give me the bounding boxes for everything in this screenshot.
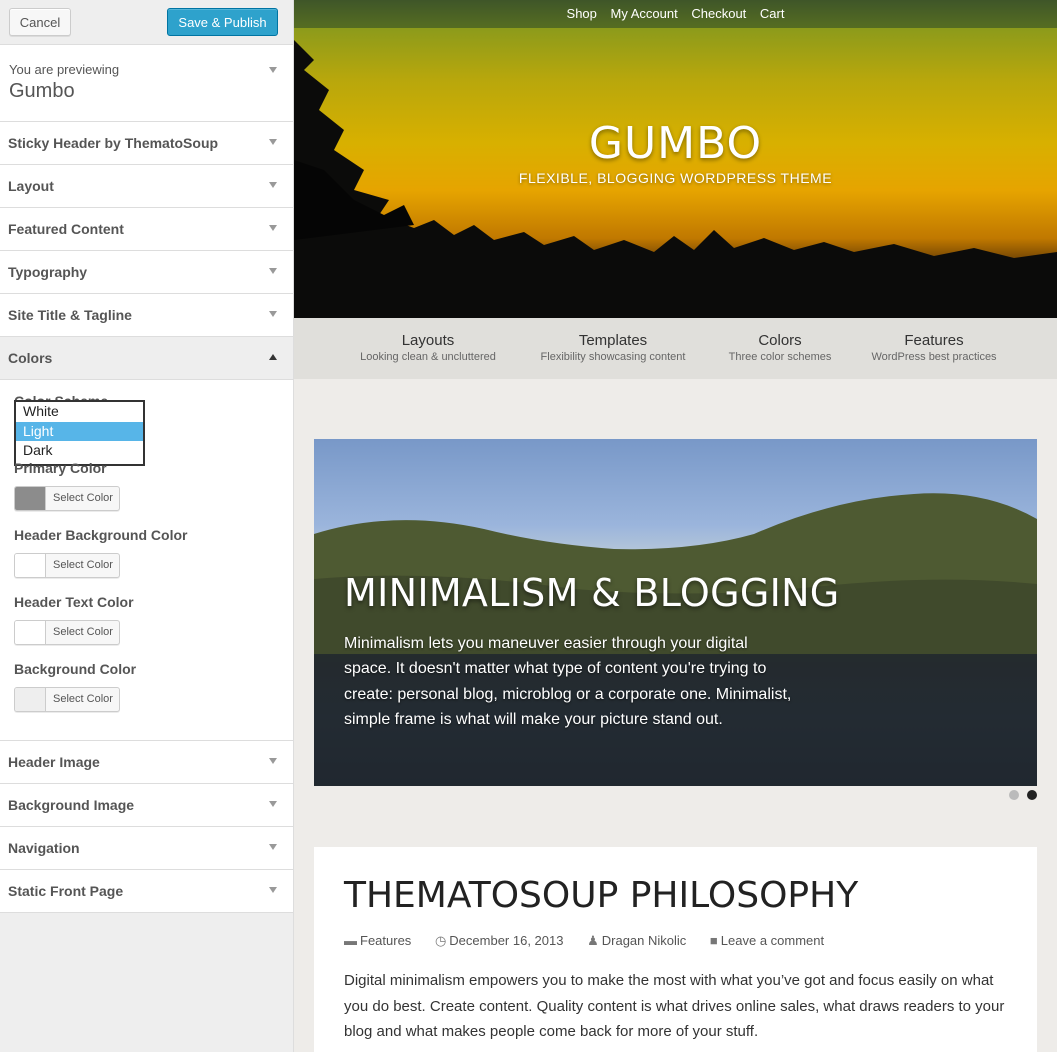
- theme-name: Gumbo: [9, 80, 75, 102]
- feature-title: Templates: [578, 332, 648, 349]
- chevron-down-icon: [269, 801, 277, 807]
- post-date[interactable]: December 16, 2013: [449, 933, 563, 948]
- color-swatch: [15, 554, 46, 577]
- section-label: Featured Content: [8, 221, 124, 237]
- section-label: Background Image: [8, 797, 135, 813]
- post-title[interactable]: THEMATOSOUP PHILOSOPHY: [344, 875, 858, 916]
- slider-dot-2[interactable]: [1027, 790, 1037, 800]
- section-label: Header Image: [8, 754, 100, 770]
- nav-shop[interactable]: Shop: [567, 0, 597, 28]
- feature-subtitle: WordPress best practices: [871, 351, 997, 363]
- nav-cart[interactable]: Cart: [760, 0, 785, 28]
- section-colors[interactable]: Colors: [0, 337, 293, 380]
- slider-dot-1[interactable]: [1009, 790, 1019, 800]
- section-site-title-tagline[interactable]: Site Title & Tagline: [0, 294, 293, 337]
- section-label: Static Front Page: [8, 883, 124, 899]
- section-background-image[interactable]: Background Image: [0, 784, 293, 827]
- feature-subtitle: Three color schemes: [728, 351, 832, 363]
- feature-layouts[interactable]: Layouts Looking clean & uncluttered: [348, 332, 508, 363]
- section-label: Typography: [8, 264, 88, 280]
- section-typography[interactable]: Typography: [0, 251, 293, 294]
- color-scheme-dropdown[interactable]: White Light Dark: [14, 400, 145, 466]
- post-category[interactable]: Features: [360, 933, 411, 948]
- feature-features[interactable]: Features WordPress best practices: [858, 332, 1010, 363]
- color-swatch: [15, 487, 46, 510]
- section-label: Colors: [8, 350, 53, 366]
- site-tagline: FLEXIBLE, BLOGGING WORDPRESS THEME: [518, 170, 833, 186]
- section-label: Site Title & Tagline: [8, 307, 132, 323]
- section-label: Sticky Header by ThematoSoup: [8, 135, 219, 151]
- slide-text: Minimalism lets you maneuver easier thro…: [344, 635, 792, 729]
- section-featured-content[interactable]: Featured Content: [0, 208, 293, 251]
- post-meta: ▬ Features ◷ December 16, 2013 ♟ Dragan Nik…: [344, 933, 844, 949]
- scheme-option-light[interactable]: Light: [16, 421, 143, 441]
- folder-icon: ▬: [344, 933, 357, 948]
- nav-checkout[interactable]: Checkout: [691, 0, 746, 28]
- header-bg-color-label: Header Background Color: [14, 527, 188, 543]
- header-text-color-label: Header Text Color: [14, 594, 134, 610]
- primary-color-label: Primary Color: [14, 460, 107, 476]
- section-header-image[interactable]: Header Image: [0, 741, 293, 784]
- cancel-button[interactable]: Cancel: [9, 8, 71, 36]
- background-color-picker[interactable]: Select Color: [14, 687, 120, 712]
- section-label: Navigation: [8, 840, 80, 856]
- section-sticky-header[interactable]: Sticky Header by ThematoSoup: [0, 122, 293, 165]
- feature-title: Layouts: [401, 332, 455, 349]
- section-static-front-page[interactable]: Static Front Page: [0, 870, 293, 913]
- previewing-label: You are previewing: [9, 62, 120, 77]
- chevron-down-icon: [269, 182, 277, 188]
- color-swatch: [15, 688, 46, 711]
- feature-subtitle: Looking clean & uncluttered: [360, 351, 496, 363]
- customizer-actions: Cancel Save & Publish: [0, 0, 293, 45]
- user-icon: ♟: [587, 933, 599, 948]
- scheme-option-dark[interactable]: Dark: [16, 441, 143, 461]
- features-bar: Layouts Looking clean & uncluttered Temp…: [294, 318, 1057, 379]
- feature-title: Features: [904, 332, 964, 349]
- feature-title: Colors: [758, 332, 802, 349]
- chevron-down-icon: [269, 268, 277, 274]
- chevron-down-icon: [269, 844, 277, 850]
- chevron-down-icon: [269, 887, 277, 893]
- slide-title[interactable]: MINIMALISM & BLOGGING: [344, 571, 840, 615]
- feature-subtitle: Flexibility showcasing content: [540, 351, 686, 363]
- blog-post: THEMATOSOUP PHILOSOPHY ▬ Features ◷ Decemb…: [314, 847, 1037, 1052]
- featured-slide[interactable]: MINIMALISM & BLOGGING Minimalism lets yo…: [314, 439, 1037, 786]
- header-image: Shop My Account Checkout Cart GUMBO FLEX…: [294, 0, 1057, 318]
- section-layout[interactable]: Layout: [0, 165, 293, 208]
- header-bg-color-picker[interactable]: Select Color: [14, 553, 120, 578]
- save-publish-button[interactable]: Save & Publish: [167, 8, 278, 36]
- scheme-option-white[interactable]: White: [16, 402, 143, 422]
- section-navigation[interactable]: Navigation: [0, 827, 293, 870]
- chevron-down-icon: [269, 311, 277, 317]
- post-body: Digital minimalism empowers you to make …: [344, 972, 1005, 1040]
- chevron-down-icon: [269, 225, 277, 231]
- section-label: Layout: [8, 178, 54, 194]
- comment-icon: ■: [709, 933, 718, 948]
- clock-icon: ◷: [434, 933, 447, 948]
- select-color-label: Select Color: [53, 492, 113, 504]
- site-preview: Shop My Account Checkout Cart GUMBO FLEX…: [294, 0, 1057, 1052]
- nav-my-account[interactable]: My Account: [611, 0, 678, 28]
- chevron-down-icon: [269, 139, 277, 145]
- select-color-label: Select Color: [53, 693, 113, 705]
- background-color-label: Background Color: [14, 661, 137, 677]
- top-navigation: Shop My Account Checkout Cart: [294, 0, 1057, 28]
- colors-panel: Color Scheme White Light Dark Primary Co…: [0, 380, 293, 741]
- post-comment-link[interactable]: Leave a comment: [721, 933, 824, 948]
- color-swatch: [15, 621, 46, 644]
- select-color-label: Select Color: [53, 626, 113, 638]
- header-text-color-picker[interactable]: Select Color: [14, 620, 120, 645]
- post-author[interactable]: Dragan Nikolic: [602, 933, 687, 948]
- site-title[interactable]: GUMBO: [294, 118, 1057, 169]
- chevron-down-icon: [269, 67, 277, 73]
- select-color-label: Select Color: [53, 559, 113, 571]
- feature-colors[interactable]: Colors Three color schemes: [714, 332, 846, 363]
- chevron-up-icon: [269, 354, 277, 360]
- feature-templates[interactable]: Templates Flexibility showcasing content: [528, 332, 698, 363]
- customizer-sidebar: Cancel Save & Publish You are previewing…: [0, 0, 294, 1052]
- primary-color-picker[interactable]: Select Color: [14, 486, 120, 511]
- chevron-down-icon: [269, 758, 277, 764]
- theme-preview-info[interactable]: You are previewing Gumbo: [0, 45, 293, 122]
